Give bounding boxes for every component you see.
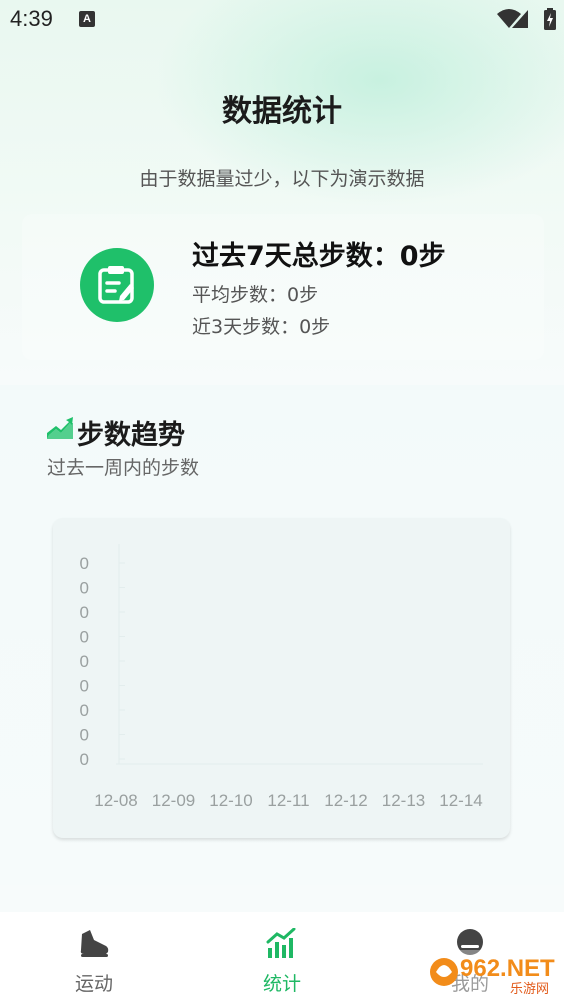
y-tick-label: 0 xyxy=(80,554,89,573)
watermark-sub: 乐游网 xyxy=(510,982,549,997)
y-tick-label: 0 xyxy=(80,750,89,769)
watermark-text: 962.NET xyxy=(460,955,555,982)
y-tick-label: 0 xyxy=(80,677,89,696)
x-tick-label: 12-10 xyxy=(209,791,252,810)
trend-title: 步数趋势 xyxy=(77,420,185,451)
y-tick-label: 0 xyxy=(80,603,89,622)
demo-data-notice: 由于数据量过少，以下为演示数据 xyxy=(139,168,425,190)
notification-icon: A xyxy=(79,11,95,27)
nav-item-sport[interactable]: 运动 xyxy=(0,912,188,1004)
clipboard-edit-icon xyxy=(80,248,154,322)
status-time: 4:39 xyxy=(10,6,53,31)
battery-icon xyxy=(544,8,556,30)
status-icons xyxy=(476,8,556,30)
trend-section: 步数趋势 过去一周内的步数 0 0 0 0 0 0 0 0 0 12-08 12-09 12-10 12… xyxy=(0,385,564,885)
steps-chart-svg: 0 0 0 0 0 0 0 0 0 12-08 12-09 12-10 12-11 12-12 12-13 1… xyxy=(80,544,483,810)
x-tick-label: 12-08 xyxy=(94,791,137,810)
nav-item-stats[interactable]: 统计 xyxy=(188,912,376,1004)
x-tick-label: 12-09 xyxy=(152,791,195,810)
x-tick-label: 12-13 xyxy=(382,791,425,810)
total-steps-7days: 过去7天总步数：0步 xyxy=(192,241,446,272)
shoe-icon xyxy=(80,930,109,957)
summary-card: 过去7天总步数：0步 平均步数：0步 近3天步数：0步 xyxy=(22,214,544,360)
x-tick-label: 12-11 xyxy=(267,791,309,810)
nav-label-stats: 统计 xyxy=(262,973,301,995)
x-tick-label: 12-12 xyxy=(324,791,367,810)
bar-chart-icon xyxy=(266,928,296,958)
signal-icon xyxy=(512,10,528,28)
trend-up-icon xyxy=(47,417,73,439)
y-tick-label: 0 xyxy=(80,652,89,671)
y-tick-label: 0 xyxy=(80,579,89,598)
y-tick-label: 0 xyxy=(80,726,89,745)
average-steps: 平均步数：0步 xyxy=(192,284,319,306)
x-tick-label: 12-14 xyxy=(439,791,482,810)
site-watermark: 962.NET 乐游网 xyxy=(426,950,558,997)
y-tick-label: 0 xyxy=(80,701,89,720)
three-days-steps: 近3天步数：0步 xyxy=(192,316,331,338)
status-bar: 4:39 A xyxy=(0,0,564,40)
nav-label-sport: 运动 xyxy=(74,973,113,995)
steps-chart: 0 0 0 0 0 0 0 0 0 12-08 12-09 12-10 12-11 12-12 12-13 1… xyxy=(53,518,510,838)
page-title: 数据统计 xyxy=(222,94,342,129)
trend-subtitle: 过去一周内的步数 xyxy=(47,457,200,479)
y-tick-label: 0 xyxy=(80,628,89,647)
